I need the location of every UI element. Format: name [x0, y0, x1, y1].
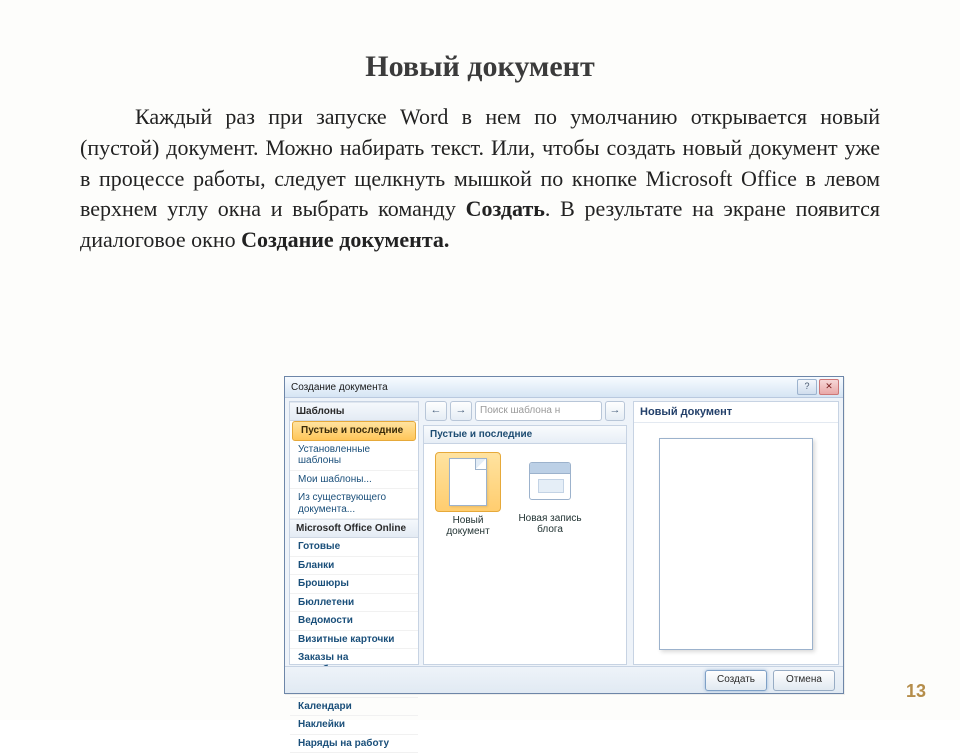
nav-forward-button[interactable]: →	[450, 401, 472, 421]
template-list-pane: ← → Поиск шаблона н → Пустые и последние…	[423, 401, 627, 665]
help-button[interactable]: ?	[797, 379, 817, 395]
dialog-bottom-bar: Создать Отмена	[285, 666, 843, 693]
sidebar-item-forms[interactable]: Бланки	[290, 557, 418, 576]
sidebar-item-from-existing[interactable]: Из существующего документа...	[290, 489, 418, 519]
cancel-button[interactable]: Отмена	[773, 670, 835, 691]
sidebar-heading-online: Microsoft Office Online	[290, 519, 418, 538]
template-icon-wrap	[518, 452, 582, 510]
document-icon	[449, 458, 487, 506]
slide-title: Новый документ	[80, 50, 880, 84]
para-bold-2: Создание документа.	[241, 227, 449, 252]
sidebar-item-installed[interactable]: Установленные шаблоны	[290, 441, 418, 471]
close-button[interactable]: ✕	[819, 379, 839, 395]
template-new-document[interactable]: Новый документ	[432, 452, 504, 537]
sidebar-item-blank-recent[interactable]: Пустые и последние	[292, 421, 416, 441]
para-bold-1: Создать	[466, 196, 545, 221]
slide: Новый документ Каждый раз при запуске Wo…	[0, 0, 960, 720]
preview-title: Новый документ	[634, 402, 838, 423]
sidebar-item-labels[interactable]: Наклейки	[290, 716, 418, 735]
create-button[interactable]: Создать	[705, 670, 767, 691]
sidebar-item-business-cards[interactable]: Визитные карточки	[290, 631, 418, 650]
preview-body	[634, 423, 838, 664]
dialog-titlebar[interactable]: Создание документа ? ✕	[285, 377, 843, 398]
template-label: Новая запись блога	[514, 513, 586, 535]
template-new-blog-post[interactable]: Новая запись блога	[514, 452, 586, 535]
sidebar-item-calendars[interactable]: Календари	[290, 698, 418, 717]
sidebar-item-statements[interactable]: Ведомости	[290, 612, 418, 631]
sidebar-item-work-orders[interactable]: Наряды на работу	[290, 735, 418, 753]
template-icon-wrap	[435, 452, 501, 512]
nav-row: ← → Поиск шаблона н →	[423, 401, 627, 425]
sidebar-item-newsletters[interactable]: Бюллетени	[290, 594, 418, 613]
sidebar-heading-templates: Шаблоны	[290, 402, 418, 421]
new-document-dialog: Создание документа ? ✕ Шаблоны Пустые и …	[284, 376, 844, 694]
sidebar-item-ready[interactable]: Готовые	[290, 538, 418, 557]
sidebar-item-my-templates[interactable]: Мои шаблоны...	[290, 471, 418, 490]
template-label: Новый документ	[432, 515, 504, 537]
dialog-title: Создание документа	[291, 382, 797, 393]
dialog-body: Шаблоны Пустые и последние Установленные…	[285, 397, 843, 693]
window-buttons: ? ✕	[797, 379, 839, 395]
section-header: Пустые и последние	[423, 425, 627, 444]
slide-paragraph: Каждый раз при запуске Word в нем по умо…	[80, 102, 880, 256]
page-number: 13	[906, 681, 926, 702]
search-input[interactable]: Поиск шаблона н	[475, 401, 602, 421]
sidebar-item-brochures[interactable]: Брошюры	[290, 575, 418, 594]
blog-icon	[529, 462, 571, 500]
templates-sidebar: Шаблоны Пустые и последние Установленные…	[289, 401, 419, 665]
template-area: Новый документ Новая запись блога	[423, 444, 627, 665]
preview-page-icon	[659, 438, 813, 650]
nav-back-button[interactable]: ←	[425, 401, 447, 421]
preview-pane: Новый документ	[633, 401, 839, 665]
search-go-button[interactable]: →	[605, 401, 625, 421]
